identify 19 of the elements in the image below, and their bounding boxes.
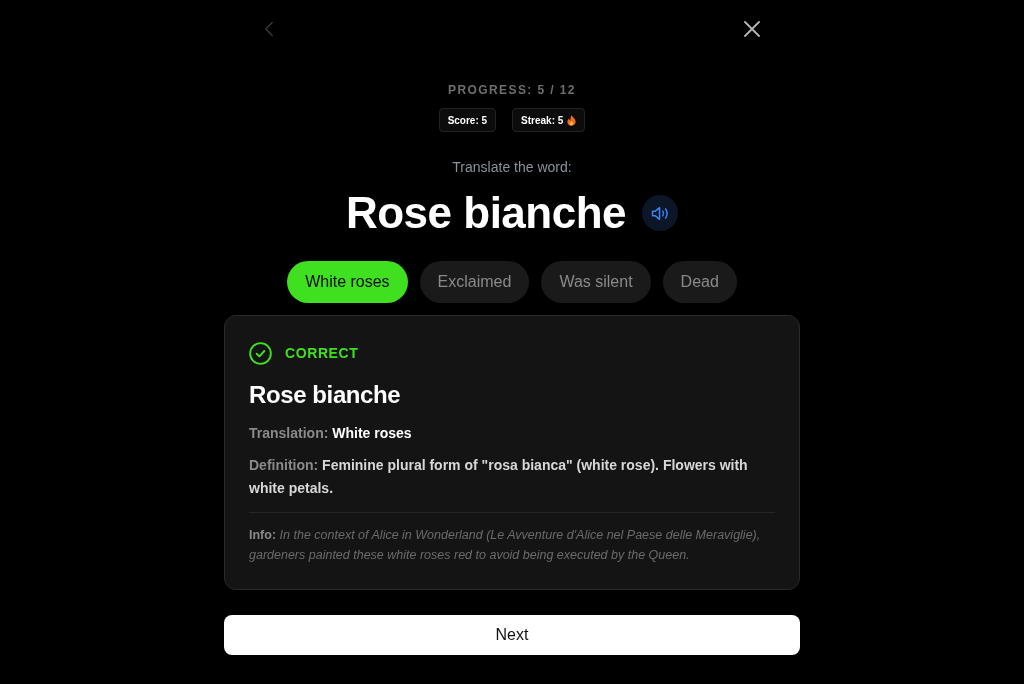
flame-icon xyxy=(567,114,577,126)
speaker-icon xyxy=(650,205,670,221)
prompt-text: Translate the word: xyxy=(452,158,572,177)
answer-option[interactable]: White roses xyxy=(287,261,408,303)
info-text: Info: In the context of Alice in Wonderland (Le Avventure d'Alice nel Paese delle Meraviglie), gardeners painted these white roses red to avoid being executed by the Queen. xyxy=(249,527,762,564)
close-button[interactable] xyxy=(742,19,762,39)
progress-text: PROGRESS: 5 / 12 xyxy=(448,82,576,98)
score-badge: Score: 5 xyxy=(438,108,497,132)
next-button[interactable]: Next xyxy=(224,615,800,655)
answer-option[interactable]: Dead xyxy=(662,261,737,303)
translation-text: Translation: White roses xyxy=(249,424,413,443)
result-word: Rose bianche xyxy=(249,380,402,410)
speaker-button[interactable] xyxy=(642,195,679,231)
word-title: Rose bianche xyxy=(345,187,627,239)
streak-badge: Streak: 5 xyxy=(512,108,586,132)
answer-option[interactable]: Exclaimed xyxy=(419,261,530,303)
status-label: CORRECT xyxy=(285,345,359,361)
definition-text: Definition: Feminine plural form of "rosa bianca" (white rose). Flowers with white petals. xyxy=(249,456,749,498)
answer-option[interactable]: Was silent xyxy=(541,261,651,303)
